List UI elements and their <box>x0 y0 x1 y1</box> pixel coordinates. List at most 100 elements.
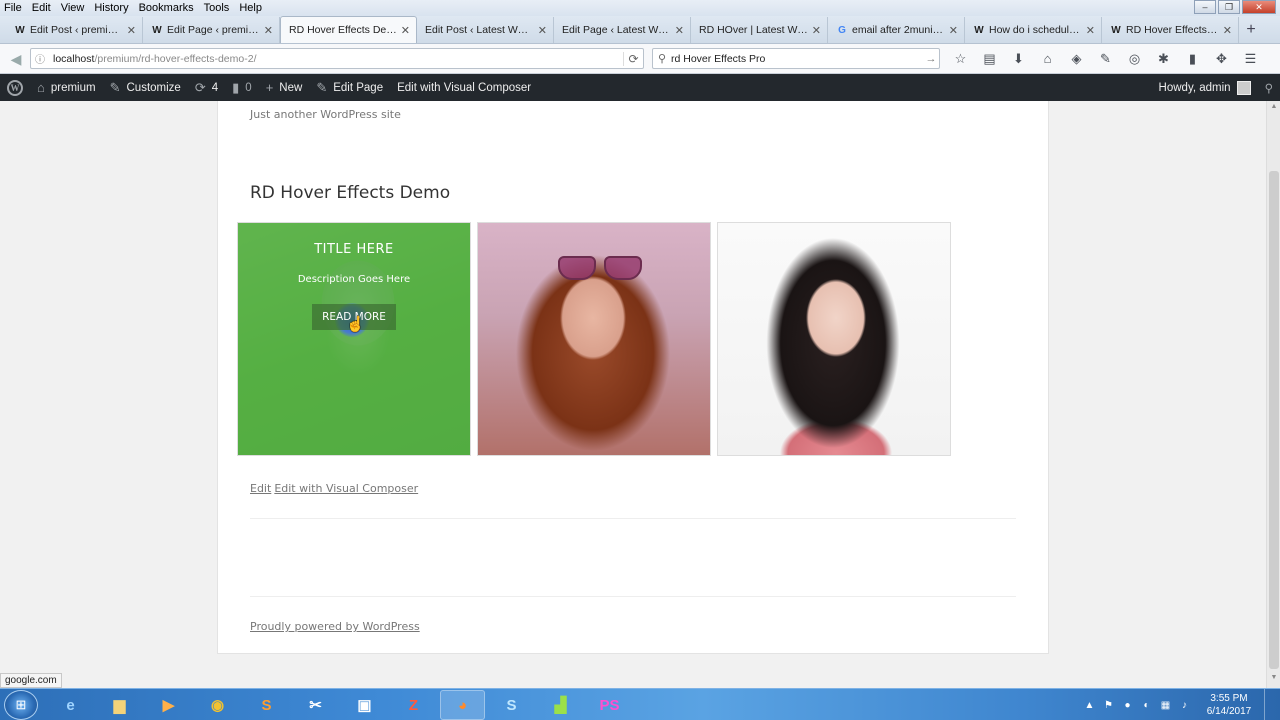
edit-links: Edit Edit with Visual Composer <box>250 482 421 495</box>
start-button-icon[interactable]: ⊞ <box>4 690 38 720</box>
internet-explorer-icon[interactable]: e <box>48 690 93 720</box>
tab-close-icon[interactable]: ✕ <box>812 24 821 37</box>
url-text[interactable]: localhost/premium/rd-hover-effects-demo-… <box>49 53 623 65</box>
scrollbar-thumb[interactable] <box>1269 171 1279 669</box>
menu-tools[interactable]: Tools <box>204 2 230 14</box>
tab-close-icon[interactable]: ✕ <box>401 24 410 37</box>
tab-close-icon[interactable]: ✕ <box>127 24 136 37</box>
bookmarks-list-icon[interactable]: ▤ <box>975 50 1004 68</box>
edit-page-button[interactable]: ✎ Edit Page <box>309 74 390 101</box>
gallery-item-3[interactable] <box>717 222 951 456</box>
maximize-icon[interactable]: ❐ <box>1218 0 1240 14</box>
minimize-icon[interactable]: – <box>1194 0 1216 14</box>
menu-bookmarks[interactable]: Bookmarks <box>139 2 194 14</box>
close-window-icon[interactable]: ✕ <box>1242 0 1276 14</box>
menu-view[interactable]: View <box>61 2 85 14</box>
edit-page-label: Edit Page <box>333 81 384 94</box>
footer-credit-link[interactable]: Proudly powered by WordPress <box>250 620 420 633</box>
customize-button[interactable]: ✎ Customize <box>103 74 188 101</box>
browser-tab[interactable]: Edit Post ‹ Latest Word... ✕ <box>417 17 554 43</box>
new-tab-icon[interactable]: + <box>1239 17 1263 43</box>
browser-tab[interactable]: RD HOver | Latest Word... ✕ <box>691 17 828 43</box>
edit-visual-composer-button[interactable]: Edit with Visual Composer <box>390 74 538 101</box>
admin-search-button[interactable]: ⚲ <box>1258 74 1280 101</box>
tray-app-icon[interactable]: ◐ <box>1137 700 1156 711</box>
tab-close-icon[interactable]: ✕ <box>1086 24 1095 37</box>
download-icon[interactable]: ⬇ <box>1004 50 1033 68</box>
tab-close-icon[interactable]: ✕ <box>538 24 547 37</box>
network-icon[interactable]: ▦ <box>1156 700 1175 711</box>
tab-close-icon[interactable]: ✕ <box>949 24 958 37</box>
url-bar[interactable]: ⓘ localhost/premium/rd-hover-effects-dem… <box>30 48 644 69</box>
tab-close-icon[interactable]: ✕ <box>1223 24 1232 37</box>
wordpress-favicon-icon: W <box>1111 24 1121 36</box>
clock[interactable]: 3:55 PM 6/14/2017 <box>1200 692 1258 718</box>
menu-help[interactable]: Help <box>239 2 262 14</box>
updates-button[interactable]: ⟳ 4 <box>188 74 225 101</box>
browser-tab[interactable]: Edit Page ‹ Latest Word... ✕ <box>554 17 691 43</box>
gallery-item-2[interactable] <box>477 222 711 456</box>
chat-icon[interactable]: ◎ <box>1120 50 1149 68</box>
new-content-button[interactable]: + New <box>259 74 310 101</box>
tray-app-icon[interactable]: ● <box>1118 700 1137 711</box>
pocket-icon[interactable]: ◈ <box>1062 50 1091 68</box>
clock-time: 3:55 PM <box>1210 693 1248 704</box>
browser-tab[interactable]: Gemail after 2munite... ✕ <box>828 17 965 43</box>
hamburger-menu-icon[interactable]: ☰ <box>1236 50 1265 68</box>
puzzle-icon[interactable]: ✥ <box>1207 50 1236 68</box>
chrome-icon[interactable]: ◉ <box>195 690 240 720</box>
filezilla-icon[interactable]: Z <box>391 690 436 720</box>
addon-icon[interactable]: ▮ <box>1178 50 1207 68</box>
gallery-item-1[interactable]: TITLE HERE Description Goes Here READ MO… <box>237 222 471 456</box>
edit-visual-composer-link[interactable]: Edit with Visual Composer <box>274 482 418 495</box>
browser-tab[interactable]: W RD Hover Effects: T... ✕ <box>1102 17 1239 43</box>
info-icon[interactable]: ⓘ <box>31 51 49 66</box>
media-player-icon[interactable]: ▶ <box>146 690 191 720</box>
menu-history[interactable]: History <box>94 2 128 14</box>
taskbar-apps: e ▆ ▶ ◉ S ✂ ▣ Z ◕ S ▟ PS <box>48 690 636 720</box>
menu-edit[interactable]: Edit <box>32 2 51 14</box>
reload-icon[interactable]: ⟳ <box>623 51 643 66</box>
sublime-text-icon[interactable]: S <box>244 690 289 720</box>
scroll-up-icon[interactable]: ▲ <box>1267 103 1280 115</box>
search-input[interactable] <box>671 52 923 65</box>
browser-tab[interactable]: W Edit Post ‹ premium — ... ✕ <box>6 17 143 43</box>
snipping-tool-icon[interactable]: ✂ <box>293 690 338 720</box>
file-explorer-icon[interactable]: ▆ <box>97 690 142 720</box>
browser-tab[interactable]: W How do i schedule ... ✕ <box>965 17 1102 43</box>
comments-button[interactable]: ▮ 0 <box>225 74 259 101</box>
show-desktop-button[interactable] <box>1264 689 1274 720</box>
camtasia-icon[interactable]: ▟ <box>538 690 583 720</box>
extension-icon[interactable]: ✎ <box>1091 50 1120 68</box>
scroll-down-icon[interactable]: ▼ <box>1267 674 1280 686</box>
action-center-flag-icon[interactable]: ⚑ <box>1099 700 1118 711</box>
sunglasses-image-detail <box>556 256 644 282</box>
tab-close-icon[interactable]: ✕ <box>675 24 684 37</box>
skype-icon[interactable]: S <box>489 690 534 720</box>
home-icon[interactable]: ⌂ <box>1033 50 1062 68</box>
search-bar[interactable]: ⚲ → <box>652 48 940 69</box>
tray-expand-icon[interactable]: ▲ <box>1080 700 1099 711</box>
browser-tab[interactable]: W Edit Page ‹ premium —... ✕ <box>143 17 280 43</box>
volume-icon[interactable]: ♪ <box>1175 700 1194 711</box>
account-menu[interactable]: Howdy, admin <box>1152 74 1258 101</box>
hand-cursor-icon: ☝ <box>346 316 365 333</box>
search-go-icon[interactable]: → <box>923 53 939 65</box>
bookmark-star-icon[interactable]: ☆ <box>946 50 975 68</box>
howdy-text: Howdy, admin <box>1158 81 1231 94</box>
back-arrow-icon[interactable]: ◀ <box>6 49 26 69</box>
edit-link[interactable]: Edit <box>250 482 271 495</box>
tab-close-icon[interactable]: ✕ <box>264 24 273 37</box>
phpstorm-icon[interactable]: PS <box>587 690 632 720</box>
comments-count: 0 <box>245 81 252 94</box>
wp-logo-button[interactable]: W <box>0 74 30 101</box>
browser-tab-active[interactable]: RD Hover Effects Demo... ✕ <box>280 16 417 43</box>
url-path: /premium/rd-hover-effects-demo-2/ <box>94 52 257 65</box>
site-name-button[interactable]: ⌂ premium <box>30 74 103 101</box>
bug-icon[interactable]: ✱ <box>1149 50 1178 68</box>
notepad-icon[interactable]: ▣ <box>342 690 387 720</box>
firefox-icon[interactable]: ◕ <box>440 690 485 720</box>
vertical-scrollbar[interactable]: ▲ ▼ <box>1266 101 1280 688</box>
menu-file[interactable]: File <box>4 2 22 14</box>
page-viewport: Just another WordPress site RD Hover Eff… <box>0 101 1280 688</box>
